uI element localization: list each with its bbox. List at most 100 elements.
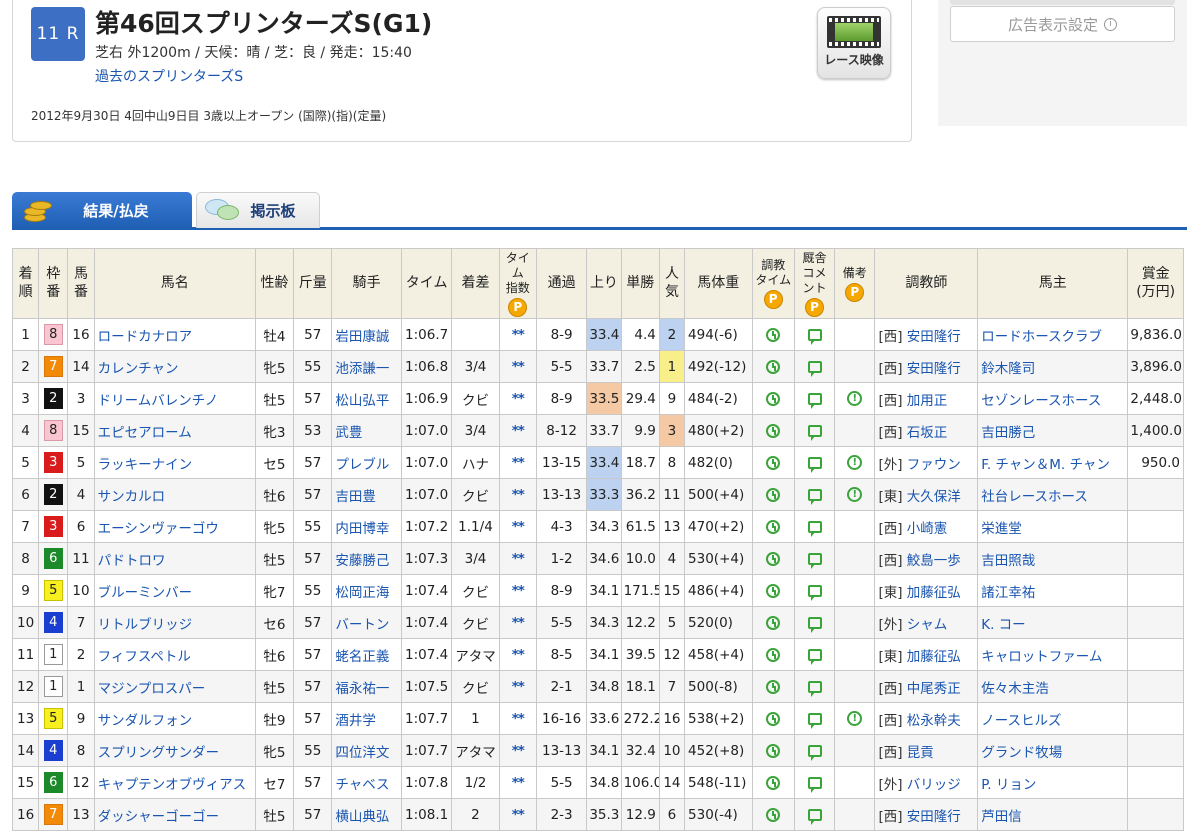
horse-link[interactable]: ロードカナロア: [98, 329, 193, 345]
horse-link[interactable]: ドリームバレンチノ: [98, 393, 219, 409]
alert-icon[interactable]: !: [847, 391, 863, 406]
alert-icon[interactable]: !: [847, 487, 863, 502]
horse-link[interactable]: サンダルフォン: [98, 713, 193, 729]
clock-icon[interactable]: [766, 487, 781, 502]
jockey-link[interactable]: チャベス: [335, 777, 389, 793]
horse-link[interactable]: ダッシャーゴーゴー: [98, 809, 220, 825]
jockey-link[interactable]: 池添謙一: [335, 361, 389, 377]
horse-link[interactable]: キャプテンオブヴィアス: [98, 777, 247, 793]
time-index-link[interactable]: **: [512, 647, 525, 663]
jockey-link[interactable]: 内田博幸: [335, 521, 389, 537]
trainer-link[interactable]: バリッジ: [907, 777, 961, 793]
trainer-link[interactable]: 安田隆行: [907, 329, 961, 345]
time-index-link[interactable]: **: [512, 391, 525, 407]
jockey-link[interactable]: 松山弘平: [335, 393, 389, 409]
comment-icon[interactable]: [807, 392, 822, 409]
owner-link[interactable]: グランド牧場: [981, 745, 1062, 761]
trainer-link[interactable]: 小崎憲: [907, 521, 948, 537]
owner-link[interactable]: K. コー: [981, 617, 1025, 633]
trainer-link[interactable]: 安田隆行: [907, 809, 961, 825]
trainer-link[interactable]: シャム: [907, 617, 948, 633]
jockey-link[interactable]: 横山典弘: [335, 809, 389, 825]
alert-icon[interactable]: !: [847, 455, 863, 470]
clock-icon[interactable]: [766, 583, 781, 598]
comment-icon[interactable]: [807, 616, 822, 633]
comment-icon[interactable]: [807, 776, 822, 793]
trainer-link[interactable]: 鮫島一歩: [907, 553, 961, 569]
owner-link[interactable]: 吉田照哉: [981, 553, 1035, 569]
horse-link[interactable]: フィフスペトル: [98, 649, 191, 665]
clock-icon[interactable]: [766, 359, 781, 374]
jockey-link[interactable]: 吉田豊: [335, 489, 376, 505]
owner-link[interactable]: 芦田信: [981, 809, 1022, 825]
clock-icon[interactable]: [766, 775, 781, 790]
time-index-link[interactable]: **: [512, 487, 525, 503]
horse-link[interactable]: ラッキーナイン: [98, 457, 193, 473]
owner-link[interactable]: 諸江幸祐: [981, 585, 1035, 601]
comment-icon[interactable]: [807, 712, 822, 729]
owner-link[interactable]: 鈴木隆司: [981, 361, 1035, 377]
owner-link[interactable]: キャロットファーム: [981, 649, 1102, 665]
trainer-link[interactable]: 大久保洋: [907, 489, 961, 505]
clock-icon[interactable]: [766, 807, 781, 822]
comment-icon[interactable]: [807, 584, 822, 601]
trainer-link[interactable]: 加藤征弘: [907, 649, 961, 665]
comment-icon[interactable]: [807, 680, 822, 697]
trainer-link[interactable]: 加藤征弘: [907, 585, 961, 601]
jockey-link[interactable]: 安藤勝己: [335, 553, 389, 569]
comment-icon[interactable]: [807, 552, 822, 569]
trainer-link[interactable]: ファウン: [907, 457, 961, 473]
jockey-link[interactable]: プレブル: [335, 457, 389, 473]
clock-icon[interactable]: [766, 327, 781, 342]
clock-icon[interactable]: [766, 743, 781, 758]
jockey-link[interactable]: 酒井学: [335, 713, 376, 729]
time-index-link[interactable]: **: [512, 775, 525, 791]
time-index-link[interactable]: **: [512, 583, 525, 599]
clock-icon[interactable]: [766, 679, 781, 694]
comment-icon[interactable]: [807, 808, 822, 825]
owner-link[interactable]: ノースヒルズ: [981, 713, 1061, 729]
jockey-link[interactable]: 四位洋文: [335, 745, 389, 761]
horse-link[interactable]: サンカルロ: [98, 489, 166, 505]
owner-link[interactable]: 栄進堂: [981, 521, 1022, 537]
jockey-link[interactable]: バートン: [335, 617, 389, 633]
horse-link[interactable]: パドトロワ: [98, 553, 166, 569]
owner-link[interactable]: ロードホースクラブ: [981, 329, 1102, 345]
time-index-link[interactable]: **: [512, 455, 525, 471]
trainer-link[interactable]: 松永幹夫: [907, 713, 961, 729]
tab-result[interactable]: 結果/払戻: [12, 192, 192, 228]
ad-settings-button[interactable]: 広告表示設定 i: [950, 6, 1175, 42]
jockey-link[interactable]: 蛯名正義: [335, 649, 389, 665]
owner-link[interactable]: セゾンレースホース: [981, 393, 1101, 409]
trainer-link[interactable]: 昆貢: [907, 745, 934, 761]
owner-link[interactable]: 佐々木主浩: [981, 681, 1049, 697]
clock-icon[interactable]: [766, 711, 781, 726]
time-index-link[interactable]: **: [512, 743, 525, 759]
jockey-link[interactable]: 武豊: [335, 425, 362, 441]
time-index-link[interactable]: **: [512, 423, 525, 439]
clock-icon[interactable]: [766, 551, 781, 566]
jockey-link[interactable]: 岩田康誠: [335, 329, 389, 345]
comment-icon[interactable]: [807, 360, 822, 377]
jockey-link[interactable]: 福永祐一: [335, 681, 389, 697]
alert-icon[interactable]: !: [847, 711, 863, 726]
jockey-link[interactable]: 松岡正海: [335, 585, 389, 601]
tab-board[interactable]: 掲示板: [196, 192, 320, 228]
time-index-link[interactable]: **: [512, 679, 525, 695]
time-index-link[interactable]: **: [512, 359, 525, 375]
trainer-link[interactable]: 安田隆行: [907, 361, 961, 377]
owner-link[interactable]: 社台レースホース: [981, 489, 1088, 505]
horse-link[interactable]: リトルブリッジ: [98, 617, 193, 633]
horse-link[interactable]: エピセアローム: [98, 425, 192, 441]
clock-icon[interactable]: [766, 519, 781, 534]
horse-link[interactable]: エーシンヴァーゴウ: [98, 521, 219, 537]
time-index-link[interactable]: **: [512, 551, 525, 567]
horse-link[interactable]: カレンチャン: [98, 361, 179, 377]
comment-icon[interactable]: [807, 520, 822, 537]
comment-icon[interactable]: [807, 648, 822, 665]
race-video-button[interactable]: レース映像: [817, 7, 891, 79]
time-index-link[interactable]: **: [512, 615, 525, 631]
owner-link[interactable]: F. チャン＆M. チャン: [981, 457, 1110, 473]
comment-icon[interactable]: [807, 744, 822, 761]
comment-icon[interactable]: [807, 424, 822, 441]
